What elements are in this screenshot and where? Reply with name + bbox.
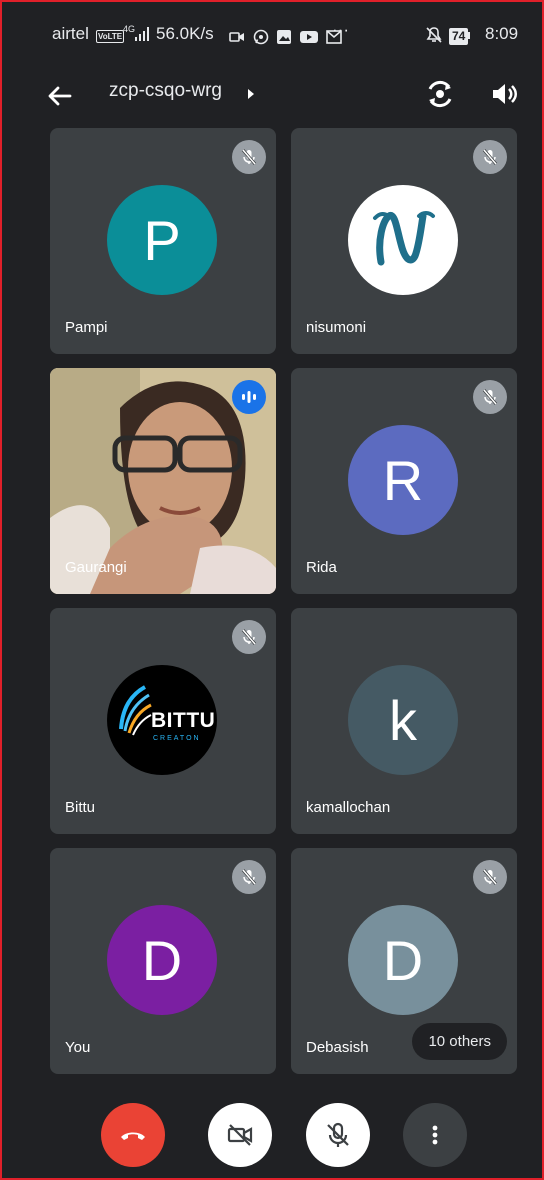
back-button[interactable]	[42, 78, 78, 114]
feather-logo-icon	[119, 685, 152, 736]
participant-name: Bittu	[65, 799, 96, 816]
mic-off-icon	[473, 860, 507, 894]
status-bar: airtel VoLTE 4G 56.0K/s ··· 74 8:09	[2, 2, 542, 72]
mic-off-icon	[232, 140, 266, 174]
network-speed: 56.0K/s	[156, 24, 214, 43]
participant-tile[interactable]: P Pampi	[50, 128, 276, 354]
avatar: D	[348, 905, 458, 1015]
participant-name: kamallochan	[306, 799, 391, 816]
silent-icon	[425, 26, 443, 49]
participant-video-tile[interactable]: Gaurangi	[50, 368, 276, 594]
meeting-header: zcp-csqo-wrg	[2, 72, 542, 116]
participant-tile[interactable]: BITTU CREATON Bittu	[50, 608, 276, 834]
avatar: D	[107, 905, 217, 1015]
audio-level-icon	[232, 380, 266, 414]
speaker-button[interactable]	[486, 76, 522, 112]
avatar: R	[348, 425, 458, 535]
gallery-icon	[277, 29, 292, 44]
clock: 8:09	[485, 24, 519, 43]
avatar-logo: BITTU CREATON	[107, 665, 217, 775]
mic-off-icon	[232, 620, 266, 654]
mic-off-icon	[327, 1122, 349, 1147]
camera-off-icon	[227, 1124, 253, 1146]
more-vert-icon	[432, 1125, 438, 1145]
participant-name: Rida	[306, 559, 337, 576]
participant-name: nisumoni	[306, 319, 367, 336]
logo-subtext: CREATON	[153, 735, 201, 742]
call-controls	[2, 1100, 542, 1172]
more-options-button[interactable]	[403, 1103, 467, 1167]
switch-camera-button[interactable]	[422, 76, 458, 112]
whatsapp-icon	[253, 29, 269, 44]
signal-icon	[135, 26, 149, 46]
participant-tile-self[interactable]: D You	[50, 848, 276, 1074]
caret-right-icon[interactable]	[246, 86, 256, 102]
switch-camera-icon	[428, 80, 452, 108]
camera-toggle-button[interactable]	[208, 1103, 272, 1167]
speaker-icon	[493, 84, 517, 104]
notification-icons	[229, 26, 345, 46]
mic-toggle-button[interactable]	[306, 1103, 370, 1167]
avatar: k	[348, 665, 458, 775]
phone-hangup-icon	[121, 1132, 145, 1140]
carrier-label: airtel	[52, 24, 89, 43]
participant-tile[interactable]: k kamallochan	[291, 608, 517, 834]
network-type: 4G	[123, 24, 136, 34]
end-call-button[interactable]	[101, 1103, 165, 1167]
volte-badge: VoLTE	[96, 30, 125, 44]
meet-notification-icon	[229, 31, 244, 42]
participant-name: You	[65, 1039, 91, 1056]
others-chip[interactable]: 10 others	[412, 1023, 507, 1060]
mic-off-icon	[473, 380, 507, 414]
participant-tile[interactable]: D Debasish 10 others	[291, 848, 517, 1074]
more-notifications: ···	[332, 20, 349, 39]
youtube-icon	[300, 30, 319, 43]
arrow-left-icon	[48, 86, 72, 106]
mic-off-icon	[473, 140, 507, 174]
participant-name: Pampi	[65, 319, 108, 336]
participant-tile[interactable]: R Rida	[291, 368, 517, 594]
avatar: P	[107, 185, 217, 295]
participant-name: Gaurangi	[65, 559, 127, 576]
logo-text: BITTU	[151, 709, 216, 732]
meet-screen: airtel VoLTE 4G 56.0K/s ··· 74 8:09 zcp-…	[0, 0, 544, 1180]
n-logo-icon	[373, 211, 435, 266]
participant-name: Debasish	[306, 1039, 369, 1056]
mic-off-icon	[232, 860, 266, 894]
meeting-code[interactable]: zcp-csqo-wrg	[109, 80, 222, 102]
battery-icon: 74	[449, 25, 471, 45]
participant-tile[interactable]: nisumoni	[291, 128, 517, 354]
avatar-logo	[348, 185, 458, 295]
